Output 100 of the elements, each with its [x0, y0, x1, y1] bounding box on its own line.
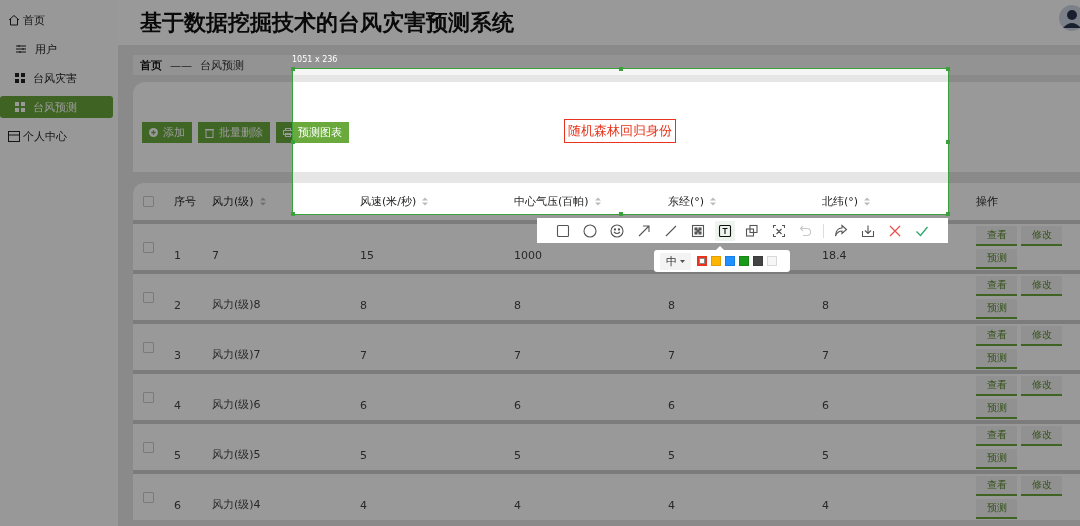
copy-icon — [745, 223, 759, 238]
annotation-text-box[interactable]: 随机森林回归身份 — [564, 119, 676, 143]
arrow-icon — [637, 223, 651, 238]
sidebar-item[interactable]: 用户 — [0, 38, 113, 60]
table-cell-text: 6 — [359, 399, 368, 414]
table-cell-text: 8 — [667, 299, 676, 314]
download-icon — [861, 223, 875, 238]
color-swatch[interactable] — [697, 256, 707, 266]
table-cell-text: 8 — [821, 299, 830, 314]
table-cell-text: 3 — [173, 349, 182, 364]
plus-icon — [149, 128, 158, 137]
sidebar-item[interactable]: 首页 — [0, 9, 113, 31]
undo-icon — [799, 223, 813, 238]
table-cell-text: 5 — [513, 449, 522, 464]
row-checkbox[interactable] — [143, 241, 154, 253]
table-cell-text: 7 — [821, 349, 830, 364]
sort-icon — [864, 197, 871, 206]
chart-button[interactable]: 预测图表 — [276, 122, 349, 143]
row-checkbox[interactable] — [143, 391, 154, 403]
color-swatch[interactable] — [725, 256, 735, 266]
color-swatch[interactable] — [767, 256, 777, 266]
card-icon — [8, 130, 20, 142]
selection-frame[interactable] — [292, 68, 949, 215]
row-action-button[interactable]: 查看 — [976, 425, 1017, 446]
scan-icon — [772, 223, 786, 238]
column-header[interactable]: 风力(级) — [207, 194, 355, 209]
avatar-icon[interactable] — [1059, 5, 1080, 31]
sort-icon — [594, 197, 601, 206]
caret-icon — [680, 259, 685, 263]
row-action-button[interactable]: 预测 — [976, 348, 1017, 369]
line-icon — [664, 223, 678, 238]
table-cell-text: 风力(级)6 — [211, 397, 262, 413]
table-cell-text: 风力(级)8 — [211, 297, 262, 313]
table-cell-text: 7 — [667, 349, 676, 364]
row-checkbox[interactable] — [143, 341, 154, 353]
breadcrumb-link[interactable]: 首页 — [140, 57, 162, 73]
column-header: 序号 — [173, 194, 197, 209]
sidebar-item[interactable]: 台风灾害 — [0, 67, 113, 89]
table-cell-text: 风力(级)5 — [211, 447, 262, 463]
table-cell-text: 7 — [359, 349, 368, 364]
column-header[interactable]: 东经(°) — [663, 194, 817, 209]
sort-icon — [422, 197, 429, 206]
color-swatch[interactable] — [711, 256, 721, 266]
trash-icon — [205, 127, 214, 138]
row-action-button[interactable]: 预测 — [976, 398, 1017, 419]
row-action-button[interactable]: 修改 — [1021, 425, 1062, 446]
table-cell-text: 8 — [513, 299, 522, 314]
square-icon — [556, 223, 570, 238]
row-action-button[interactable]: 查看 — [976, 275, 1017, 296]
table-cell-text: 4 — [173, 399, 182, 414]
table-cell-text: 8 — [359, 299, 368, 314]
table-cell-text: 5 — [173, 449, 182, 464]
table-cell-text: 7 — [211, 249, 220, 264]
font-size-dropdown[interactable]: 中 — [660, 252, 691, 270]
table-cell-text: 4 — [821, 499, 830, 514]
table-cell-text: 6 — [513, 399, 522, 414]
table-cell-text: 风力(级)7 — [211, 347, 262, 363]
text-tool-button[interactable] — [715, 220, 735, 241]
row-action-button[interactable]: 查看 — [976, 475, 1017, 496]
select-all-checkbox[interactable] — [143, 196, 154, 207]
color-swatch[interactable] — [739, 256, 749, 266]
column-header[interactable]: 风速(米/秒) — [355, 194, 509, 209]
sidebar-item[interactable]: 个人中心 — [0, 125, 113, 147]
column-header[interactable]: 中心气压(百帕) — [509, 194, 663, 209]
circle-icon — [583, 223, 597, 238]
column-header: 操作 — [975, 194, 999, 209]
table-cell-text: 5 — [821, 449, 830, 464]
row-action-button[interactable]: 查看 — [976, 325, 1017, 346]
row-action-button[interactable]: 预测 — [976, 498, 1017, 519]
row-checkbox[interactable] — [143, 441, 154, 453]
row-action-button[interactable]: 修改 — [1021, 375, 1062, 396]
sidebar-item[interactable]: 台风预测 — [0, 96, 113, 118]
table-cell-text: 1 — [173, 249, 182, 264]
selection-size-label: 1051 x 236 — [292, 55, 338, 64]
add-button[interactable]: 添加 — [142, 122, 192, 143]
row-action-button[interactable]: 预测 — [976, 248, 1017, 269]
home-icon — [8, 14, 20, 26]
row-action-button[interactable]: 修改 — [1021, 475, 1062, 496]
row-action-button[interactable]: 修改 — [1021, 225, 1062, 246]
close-icon — [888, 223, 902, 238]
row-checkbox[interactable] — [143, 491, 154, 503]
row-action-button[interactable]: 预测 — [976, 298, 1017, 319]
row-checkbox[interactable] — [143, 291, 154, 303]
printer-icon — [283, 128, 293, 137]
row-action-button[interactable]: 查看 — [976, 375, 1017, 396]
batch-delete-button[interactable]: 批量删除 — [198, 122, 270, 143]
row-action-button[interactable]: 预测 — [976, 448, 1017, 469]
column-header[interactable]: 北纬(°) — [817, 194, 971, 209]
color-swatch[interactable] — [753, 256, 763, 266]
table-cell-text: 6 — [821, 399, 830, 414]
share-icon — [834, 223, 848, 238]
table-cell-text: 15 — [359, 249, 375, 264]
breadcrumb-link[interactable]: 台风预测 — [200, 57, 244, 73]
row-action-button[interactable]: 查看 — [976, 225, 1017, 246]
row-action-button[interactable]: 修改 — [1021, 325, 1062, 346]
smiley-icon — [610, 223, 624, 238]
row-action-button[interactable]: 修改 — [1021, 275, 1062, 296]
table-cell-text: 6 — [667, 399, 676, 414]
grid-icon — [15, 102, 25, 112]
mosaic-icon — [691, 223, 705, 238]
